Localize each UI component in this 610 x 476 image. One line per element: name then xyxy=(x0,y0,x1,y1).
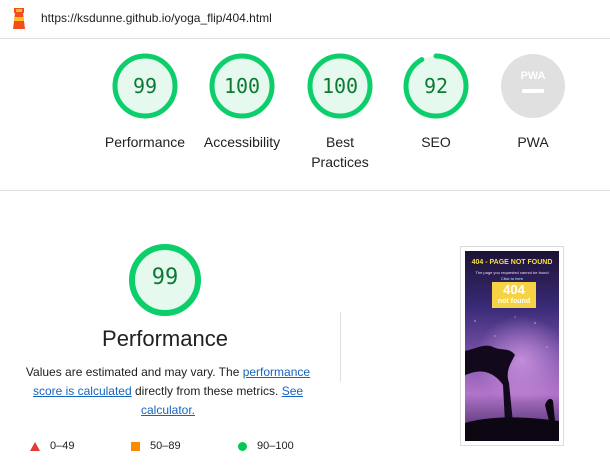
legend-range: 90–100 xyxy=(257,440,294,452)
performance-score: 99 xyxy=(151,265,179,290)
screenshot-404: 404 xyxy=(503,282,525,297)
performance-description: Values are estimated and may vary. The p… xyxy=(18,363,318,420)
score-value: 92 xyxy=(423,74,449,98)
screenshot-link: Click to here xyxy=(500,276,524,281)
gauge-performance[interactable]: 99 Performance xyxy=(100,52,190,152)
desc-text: Values are estimated and may vary. The xyxy=(25,365,243,379)
header-divider xyxy=(0,190,610,191)
pwa-badge-text: PWA xyxy=(520,70,545,82)
legend-range: 0–49 xyxy=(50,440,75,452)
screenshot-image: 404 - PAGE NOT FOUND The page you reques… xyxy=(465,251,559,441)
legend-range: 50–89 xyxy=(150,440,181,452)
gauge-accessibility[interactable]: 100 Accessibility xyxy=(197,52,287,152)
pass-circle-icon xyxy=(238,441,247,451)
gauge-label: Best Practices xyxy=(311,134,369,170)
screenshot-subtitle: The page you requested cannot be found xyxy=(475,270,549,275)
score-value: 99 xyxy=(132,74,158,98)
pwa-badge-icon: PWA xyxy=(501,54,565,118)
gauge-label: Performance xyxy=(104,134,186,150)
gauge-best-practices[interactable]: 100 Best Practices xyxy=(295,52,385,172)
score-value: 100 xyxy=(321,74,359,98)
report-url: https://ksdunne.github.io/yoga_flip/404.… xyxy=(41,11,272,25)
legend-average: 50–89 xyxy=(131,440,181,452)
gauge-seo[interactable]: 92 SEO xyxy=(391,52,481,152)
category-gauges: 99 Performance 100 Accessibility 100 Bes… xyxy=(0,52,610,192)
section-divider xyxy=(340,312,341,382)
legend-fail: 0–49 xyxy=(30,440,74,452)
gauge-label: Accessibility xyxy=(203,134,281,150)
gauge-label: PWA xyxy=(517,134,549,150)
final-screenshot[interactable]: 404 - PAGE NOT FOUND The page you reques… xyxy=(460,246,564,446)
lighthouse-logo-icon xyxy=(13,8,25,29)
performance-title: Performance xyxy=(102,326,228,351)
fail-triangle-icon xyxy=(30,441,40,451)
average-square-icon xyxy=(131,441,140,451)
screenshot-title: 404 - PAGE NOT FOUND xyxy=(471,259,553,266)
desc-text: directly from these metrics. xyxy=(131,384,282,398)
score-value: 100 xyxy=(223,74,261,98)
screenshot-not-found: not found xyxy=(497,298,531,305)
legend-pass: 90–100 xyxy=(238,440,294,452)
gauge-label: SEO xyxy=(421,134,451,150)
report-header: https://ksdunne.github.io/yoga_flip/404.… xyxy=(0,0,610,39)
screenshot-404-box: 404 not found xyxy=(492,282,536,308)
gauge-pwa[interactable]: PWA PWA xyxy=(488,52,578,152)
